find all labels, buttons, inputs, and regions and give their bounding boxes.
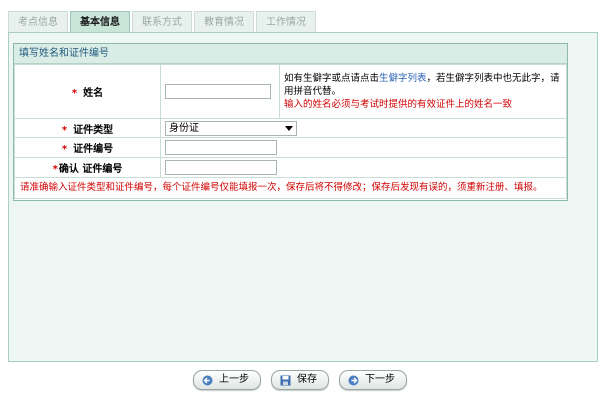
tab-bar: 考点信息 基本信息 联系方式 教育情况 工作情况 bbox=[8, 11, 600, 33]
name-help: 如有生僻字或点请点击生僻字列表，若生僻字列表中也无此字，请用拼音代替。 输入的姓… bbox=[279, 64, 567, 119]
id-type-select-cell: 身份证 bbox=[160, 118, 567, 138]
tab-basic-info[interactable]: 基本信息 bbox=[70, 11, 130, 33]
save-button[interactable]: 保存 bbox=[271, 370, 329, 390]
name-help-text: 如有生僻字或点请点击 bbox=[284, 73, 380, 84]
confirm-label-cell: *确认 证件编号 bbox=[14, 157, 161, 178]
identity-form: 填写姓名和证件编号 * 姓名 如有生僻字或点请点击生僻字列表，若生僻字列表中也无此… bbox=[13, 43, 568, 201]
confirm-id-label: 确认 证件编号 bbox=[58, 164, 123, 175]
next-button[interactable]: 下一步 bbox=[339, 370, 407, 390]
id-type-label-cell: * 证件类型 bbox=[14, 118, 161, 138]
required-mark: * bbox=[61, 144, 68, 155]
required-mark: * bbox=[71, 88, 78, 99]
floppy-disk-icon bbox=[280, 375, 291, 385]
confirm-input-cell bbox=[160, 157, 567, 178]
tab-work[interactable]: 工作情况 bbox=[256, 11, 316, 33]
next-button-label: 下一步 bbox=[365, 374, 395, 385]
arrow-right-icon bbox=[348, 375, 359, 385]
form-table: * 姓名 如有生僻字或点请点击生僻字列表，若生僻字列表中也无此字，请用拼音代替。 … bbox=[14, 64, 567, 199]
id-type-label: 证件类型 bbox=[73, 124, 114, 136]
id-number-label-cell: * 证件编号 bbox=[14, 137, 161, 158]
name-input[interactable] bbox=[165, 84, 271, 99]
tab-contact[interactable]: 联系方式 bbox=[132, 11, 192, 33]
form-title: 填写姓名和证件编号 bbox=[14, 44, 567, 64]
name-input-cell bbox=[160, 64, 280, 119]
required-mark: * bbox=[61, 124, 68, 136]
id-number-input[interactable] bbox=[165, 140, 277, 155]
required-mark: * bbox=[52, 164, 58, 175]
id-number-label: 证件编号 bbox=[73, 144, 114, 155]
tab-exam-site[interactable]: 考点信息 bbox=[8, 11, 68, 33]
save-button-label: 保存 bbox=[297, 374, 317, 385]
prev-button-label: 上一步 bbox=[219, 374, 249, 385]
action-buttons: 上一步 保存 下一步 bbox=[0, 370, 600, 390]
id-number-input-cell bbox=[160, 137, 567, 158]
arrow-left-icon bbox=[202, 375, 213, 385]
prev-button[interactable]: 上一步 bbox=[193, 370, 261, 390]
name-label: 姓名 bbox=[83, 88, 104, 99]
confirm-id-input[interactable] bbox=[165, 160, 277, 175]
rare-char-list-link[interactable]: 生僻字列表 bbox=[379, 73, 427, 84]
name-warning: 输入的姓名必须与考试时提供的有效证件上的姓名一致 bbox=[284, 99, 513, 110]
tab-education[interactable]: 教育情况 bbox=[194, 11, 254, 33]
chevron-down-icon bbox=[285, 125, 293, 131]
form-note: 请准确输入证件类型和证件编号，每个证件编号仅能填报一次，保存后将不得修改；保存后… bbox=[14, 177, 567, 199]
name-label-cell: * 姓名 bbox=[14, 64, 161, 119]
id-type-select[interactable]: 身份证 bbox=[165, 120, 297, 136]
